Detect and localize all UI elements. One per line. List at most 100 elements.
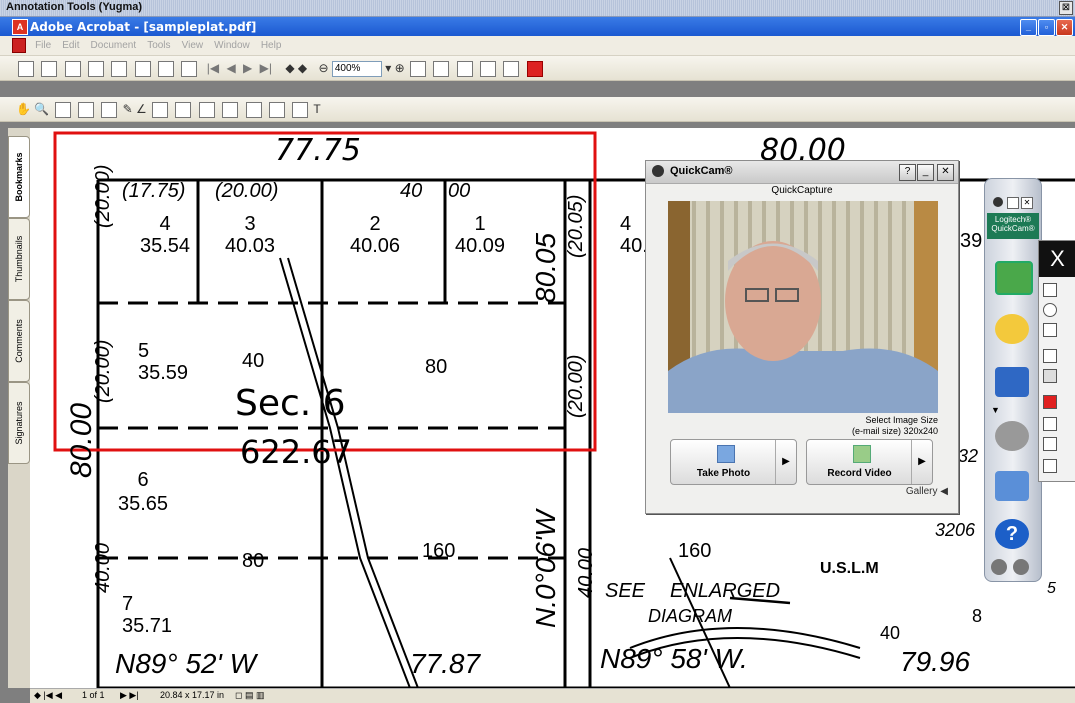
- quickcam-close-button[interactable]: ✕: [937, 164, 954, 181]
- take-photo-button[interactable]: Take Photo ▶: [670, 439, 797, 485]
- zoom-tool-icon[interactable]: 🔍: [34, 102, 49, 116]
- prev-page-icon[interactable]: ◀: [226, 61, 235, 75]
- freehand-tool-icon[interactable]: [1043, 283, 1057, 297]
- article-icon[interactable]: [268, 101, 285, 118]
- export-icon[interactable]: [503, 60, 520, 77]
- video-effects-icon[interactable]: [995, 367, 1029, 397]
- dock-power-icon[interactable]: [991, 559, 1007, 575]
- record-video-button[interactable]: Record Video ▶: [806, 439, 933, 485]
- status-next-icon[interactable]: ▶ ▶|: [120, 690, 139, 701]
- gallery-toggle[interactable]: Gallery ◀: [906, 486, 948, 497]
- adobe-logo-icon[interactable]: [526, 60, 543, 77]
- note-icon[interactable]: [101, 101, 118, 118]
- menu-help[interactable]: Help: [261, 36, 282, 55]
- tab-comments[interactable]: Comments: [8, 300, 30, 382]
- annotation-close-button[interactable]: ⊠: [1059, 1, 1073, 15]
- minimize-button[interactable]: _: [1020, 19, 1037, 36]
- fit-width-icon[interactable]: [433, 60, 450, 77]
- line-tool-icon[interactable]: ∠: [136, 102, 147, 116]
- crop-icon[interactable]: [245, 101, 262, 118]
- image-size-value: (e-mail size) 320x240: [851, 426, 938, 436]
- tab-bookmarks[interactable]: Bookmarks: [8, 136, 30, 218]
- dock-cam-icon: [993, 197, 1003, 207]
- save-tool-icon[interactable]: [1043, 437, 1057, 451]
- link-icon[interactable]: [222, 101, 239, 118]
- menu-edit[interactable]: Edit: [62, 36, 79, 55]
- logitech-brand: Logitech® QuickCam®: [987, 213, 1039, 239]
- fit-page-icon[interactable]: [410, 60, 426, 77]
- web-icon[interactable]: [111, 60, 128, 77]
- highlighter-tool-icon[interactable]: [1043, 349, 1057, 363]
- navigation-tabs: Bookmarks Thumbnails Comments Signatures: [8, 128, 30, 688]
- pencil-icon[interactable]: ✎: [123, 102, 133, 116]
- menu-tools[interactable]: Tools: [147, 36, 170, 55]
- sign-icon[interactable]: [175, 101, 192, 118]
- zoom-field[interactable]: 400%: [331, 60, 382, 77]
- text-select-icon[interactable]: [54, 101, 71, 118]
- record-video-label: Record Video: [827, 468, 892, 479]
- collapse-tool-icon[interactable]: [1043, 459, 1057, 473]
- zoom-dropdown-icon[interactable]: ▾: [385, 61, 391, 75]
- rotate-icon[interactable]: [480, 60, 497, 77]
- quickcam-help-button[interactable]: ?: [899, 164, 916, 181]
- quickcam-title: QuickCam®: [670, 165, 733, 177]
- rectangle-tool-icon[interactable]: [1043, 323, 1057, 337]
- tab-signatures[interactable]: Signatures: [8, 382, 30, 464]
- email-icon[interactable]: [88, 60, 105, 77]
- next-page-icon[interactable]: ▶: [243, 61, 252, 75]
- stamp-icon[interactable]: [152, 101, 169, 118]
- bottom-left-bearing: N89° 52' W: [115, 648, 257, 679]
- help-icon[interactable]: ?: [995, 519, 1029, 549]
- hand-tool-icon[interactable]: ✋: [16, 102, 31, 116]
- status-nav-icon[interactable]: ◆ |◀ ◀: [34, 690, 62, 701]
- open-icon[interactable]: [18, 60, 34, 77]
- save-icon[interactable]: [41, 60, 58, 77]
- color-red-icon[interactable]: [1043, 395, 1057, 409]
- maximize-button[interactable]: ▫: [1038, 19, 1055, 36]
- dock-close-button[interactable]: ✕: [1021, 197, 1033, 209]
- dock-arrow-icon[interactable]: ▼: [991, 405, 1000, 415]
- right-vertical-1: (20.05): [565, 194, 587, 258]
- menu-document[interactable]: Document: [91, 36, 137, 55]
- menu-file[interactable]: File: [35, 36, 51, 55]
- text-tool-icon[interactable]: T: [313, 102, 320, 116]
- take-photo-arrow-icon[interactable]: ▶: [775, 440, 796, 484]
- print-icon[interactable]: [64, 60, 81, 77]
- quickcam-minimize-button[interactable]: _: [917, 164, 934, 181]
- dock-minimize-button[interactable]: [1007, 197, 1019, 209]
- webcam-icon: [652, 165, 664, 177]
- contacts-icon[interactable]: [995, 471, 1029, 501]
- actual-size-icon[interactable]: [456, 60, 473, 77]
- record-video-arrow-icon[interactable]: ▶: [911, 440, 932, 484]
- dock-camera-icon[interactable]: [1013, 559, 1029, 575]
- enlarged-label: ENLARGED: [670, 580, 781, 602]
- page-layout-icon[interactable]: ◻ ▤ ▥: [235, 690, 264, 701]
- webcam-frame: [668, 201, 938, 413]
- search-icon[interactable]: [134, 60, 151, 77]
- forward-icon[interactable]: ◆: [298, 61, 307, 75]
- lot-hdr-1: (17.75): [122, 180, 186, 202]
- line-width-icon[interactable]: [1043, 417, 1057, 431]
- find-icon[interactable]: [158, 60, 175, 77]
- first-page-icon[interactable]: |◀: [207, 61, 219, 75]
- menu-view[interactable]: View: [182, 36, 204, 55]
- film-icon[interactable]: [198, 101, 215, 118]
- back-icon[interactable]: ◆: [285, 61, 294, 75]
- menu-window[interactable]: Window: [214, 36, 250, 55]
- form-icon[interactable]: [292, 101, 309, 118]
- zoom-out-icon[interactable]: ⊖: [318, 61, 328, 75]
- close-x-icon[interactable]: X: [1039, 241, 1075, 277]
- ellipse-tool-icon[interactable]: [1043, 303, 1057, 317]
- zoom-in-icon[interactable]: ⊕: [395, 61, 405, 75]
- settings-gear-icon[interactable]: [995, 421, 1029, 451]
- pages-icon[interactable]: [181, 60, 198, 77]
- last-page-icon[interactable]: ▶|: [260, 61, 272, 75]
- quickcapture-icon[interactable]: [995, 261, 1033, 295]
- eraser-tool-icon[interactable]: [1043, 369, 1057, 383]
- close-button[interactable]: ✕: [1056, 19, 1073, 36]
- tab-thumbnails[interactable]: Thumbnails: [8, 218, 30, 300]
- snapshot-icon[interactable]: [77, 101, 94, 118]
- lot-4: 4 35.54: [140, 213, 190, 257]
- image-size-info[interactable]: Select Image Size (e-mail size) 320x240: [852, 415, 938, 437]
- effects-icon[interactable]: [995, 314, 1029, 344]
